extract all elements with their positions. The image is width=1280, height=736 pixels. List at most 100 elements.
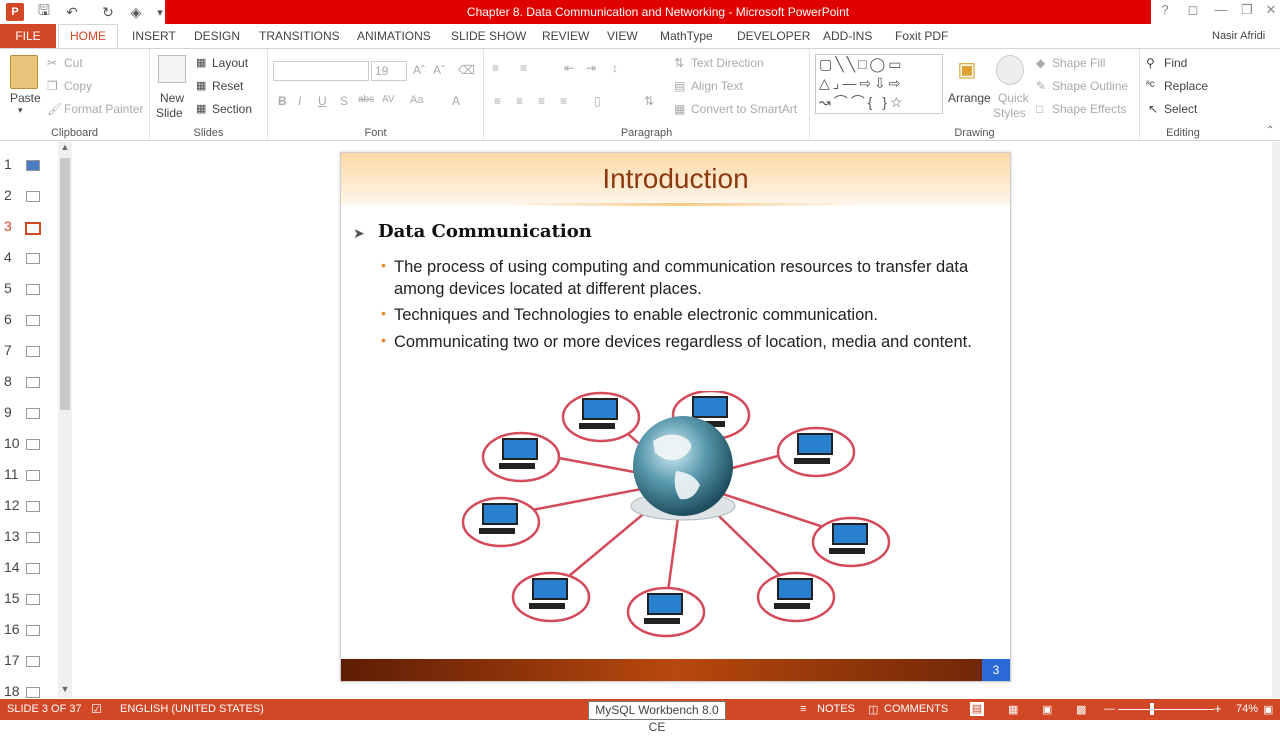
tab-insert[interactable]: INSERT xyxy=(132,24,176,48)
shape-effects-button[interactable]: Shape Effects xyxy=(1052,102,1127,116)
paste-button[interactable]: Paste xyxy=(10,91,41,105)
collapse-ribbon-icon[interactable]: ⌃ xyxy=(1266,125,1274,136)
current-slide[interactable]: Introduction ➤ Data Communication • The … xyxy=(340,152,1011,682)
align-text-button[interactable]: Align Text xyxy=(691,79,743,93)
tab-mathtype[interactable]: MathType xyxy=(660,24,713,48)
normal-view-icon[interactable]: ▤ xyxy=(970,702,984,716)
font-size-input[interactable]: 19 xyxy=(371,61,407,81)
slide-thumbnail[interactable] xyxy=(26,284,40,295)
slide-heading[interactable]: Data Communication xyxy=(378,221,592,242)
zoom-out-icon[interactable]: — xyxy=(1104,703,1115,715)
slideshow-view-icon[interactable]: ▩ xyxy=(1076,703,1086,716)
quick-styles-icon[interactable] xyxy=(996,55,1024,85)
tab-file[interactable]: FILE xyxy=(0,24,56,48)
tab-foxit-pdf[interactable]: Foxit PDF xyxy=(895,24,948,48)
bullet-text-2[interactable]: Techniques and Technologies to enable el… xyxy=(394,306,878,325)
reading-view-icon[interactable]: ▣ xyxy=(1042,703,1052,716)
thumbnail-scrollbar[interactable]: ▲ ▼ xyxy=(58,142,72,698)
paste-icon[interactable] xyxy=(10,55,38,89)
zoom-slider[interactable] xyxy=(1118,709,1214,710)
slide-thumbnail[interactable] xyxy=(26,315,40,326)
bold-icon[interactable]: B xyxy=(278,94,287,108)
copy-button[interactable]: Copy xyxy=(64,79,92,93)
clear-format-icon[interactable]: ⌫ xyxy=(458,63,475,77)
notes-icon[interactable]: ≡ xyxy=(800,703,806,715)
tab-developer[interactable]: DEVELOPER xyxy=(737,24,810,48)
scroll-up-icon[interactable]: ▲ xyxy=(58,142,72,156)
minimize-icon[interactable]: — xyxy=(1210,2,1232,20)
slide-thumbnail[interactable] xyxy=(26,439,40,450)
save-icon[interactable]: 🖫 xyxy=(34,2,54,22)
tab-transitions[interactable]: TRANSITIONS xyxy=(259,24,340,48)
slide-thumbnail[interactable] xyxy=(26,160,40,171)
quick-styles-line1[interactable]: Quick xyxy=(998,91,1029,105)
arrange-button[interactable]: Arrange xyxy=(948,91,991,105)
tab-review[interactable]: REVIEW xyxy=(542,24,589,48)
underline-icon[interactable]: U xyxy=(318,94,327,108)
tab-home[interactable]: HOME xyxy=(58,24,118,49)
tab-view[interactable]: VIEW xyxy=(607,24,638,48)
undo-icon[interactable]: ↶ xyxy=(62,2,82,22)
user-name[interactable]: Nasir Afridi xyxy=(1212,24,1265,48)
shape-outline-button[interactable]: Shape Outline xyxy=(1052,79,1128,93)
slide-thumbnail[interactable] xyxy=(26,377,40,388)
close-icon[interactable]: ✕ xyxy=(1260,2,1280,20)
tab-slide-show[interactable]: SLIDE SHOW xyxy=(451,24,526,48)
align-right-icon[interactable]: ≡ xyxy=(538,94,545,108)
numbering-icon[interactable]: ≡ xyxy=(520,61,527,75)
scroll-down-icon[interactable]: ▼ xyxy=(58,684,72,698)
slide-thumbnail[interactable] xyxy=(26,253,40,264)
justify-icon[interactable]: ≡ xyxy=(560,94,567,108)
shape-fill-button[interactable]: Shape Fill xyxy=(1052,56,1105,70)
change-case-icon[interactable]: Aa xyxy=(410,94,423,106)
bullet-text-3[interactable]: Communicating two or more devices regard… xyxy=(394,333,972,352)
slide-thumbnail[interactable] xyxy=(26,563,40,574)
bullet-text-1-cont[interactable]: among devices located at different place… xyxy=(394,280,702,299)
slide-thumbnail[interactable] xyxy=(26,408,40,419)
layout-button[interactable]: Layout xyxy=(212,56,248,70)
line-spacing-icon[interactable]: ↕ xyxy=(612,61,618,75)
start-from-beginning-icon[interactable]: ◈ xyxy=(126,2,146,22)
arrange-icon[interactable]: ▣ xyxy=(954,55,980,83)
spelling-icon[interactable]: ☑ xyxy=(91,702,102,716)
align-center-icon[interactable]: ≡ xyxy=(516,94,523,108)
zoom-slider-thumb[interactable] xyxy=(1150,703,1154,715)
reset-button[interactable]: Reset xyxy=(212,79,243,93)
find-button[interactable]: Find xyxy=(1164,56,1187,70)
fit-slide-icon[interactable]: ▣ xyxy=(1263,703,1273,716)
tab-add-ins[interactable]: ADD-INS xyxy=(823,24,872,48)
columns-icon[interactable]: ▯ xyxy=(594,94,601,108)
zoom-in-icon[interactable]: + xyxy=(1214,701,1222,716)
cut-button[interactable]: Cut xyxy=(64,56,83,70)
bullets-icon[interactable]: ≡ xyxy=(492,61,499,75)
shapes-gallery[interactable]: ▢╲╲□◯▭ △⌟—⇨⇩⇨ ↝⌒⌒{ }☆ xyxy=(815,54,943,114)
zoom-level[interactable]: 74% xyxy=(1236,703,1258,715)
language-indicator[interactable]: ENGLISH (UNITED STATES) xyxy=(120,703,264,715)
section-button[interactable]: Section xyxy=(212,102,252,116)
slide-thumbnail[interactable] xyxy=(26,346,40,357)
slide-thumbnail[interactable] xyxy=(26,594,40,605)
slide-thumbnail[interactable] xyxy=(26,687,40,698)
slide-sorter-icon[interactable]: ▦ xyxy=(1008,703,1018,716)
ribbon-display-icon[interactable]: ◻ xyxy=(1182,2,1204,20)
italic-icon[interactable]: I xyxy=(298,94,301,108)
new-slide-icon[interactable] xyxy=(158,55,186,83)
help-button[interactable]: ? xyxy=(1154,2,1176,20)
strikethrough-icon[interactable]: abc xyxy=(358,94,374,105)
tab-design[interactable]: DESIGN xyxy=(194,24,240,48)
slide-count[interactable]: SLIDE 3 OF 37 xyxy=(7,703,82,715)
scroll-thumb[interactable] xyxy=(60,158,70,410)
char-spacing-icon[interactable]: AV xyxy=(382,94,395,105)
comments-icon[interactable]: ◫ xyxy=(868,703,878,716)
grow-font-icon[interactable]: Aˆ xyxy=(413,63,425,77)
font-color-icon[interactable]: A xyxy=(452,94,460,108)
shadow-icon[interactable]: S xyxy=(340,94,348,108)
increase-indent-icon[interactable]: ⇥ xyxy=(586,61,596,75)
slide-thumbnail[interactable] xyxy=(26,191,40,202)
text-direction-button[interactable]: Text Direction xyxy=(691,56,764,70)
select-button[interactable]: Select xyxy=(1164,102,1197,116)
slide-title[interactable]: Introduction xyxy=(341,163,1010,195)
bullet-text-1[interactable]: The process of using computing and commu… xyxy=(394,258,968,277)
new-slide-button-line2[interactable]: Slide xyxy=(156,106,183,120)
replace-button[interactable]: Replace xyxy=(1164,79,1208,93)
